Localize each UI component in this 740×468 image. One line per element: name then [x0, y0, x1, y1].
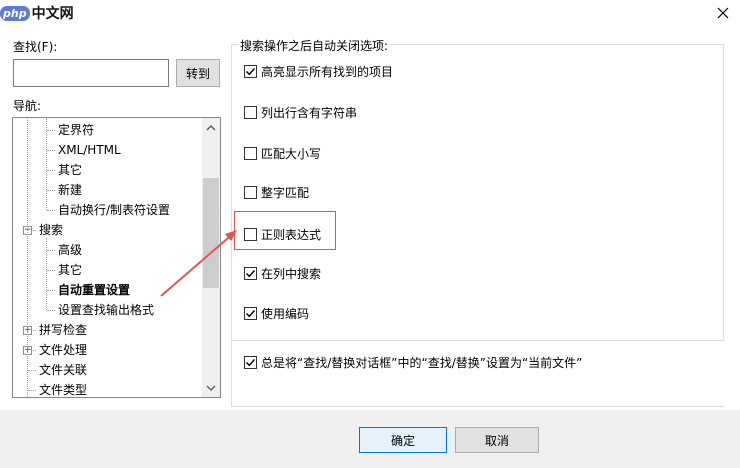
tree-connector — [28, 370, 36, 371]
tree-item[interactable]: 其它 — [58, 260, 82, 280]
close-icon — [717, 7, 729, 19]
tree-item[interactable]: 文件关联 — [39, 360, 87, 380]
option-label: 在列中搜索 — [261, 266, 322, 281]
option-label: 总是将“查找/替换对话框”中的“查找/替换”设置为“当前文件” — [261, 355, 583, 370]
checkbox[interactable] — [244, 105, 257, 119]
tree-connector — [47, 170, 55, 171]
checkbox[interactable] — [244, 266, 257, 280]
find-label: 查找(F): — [13, 40, 58, 54]
tree-connector — [47, 190, 55, 191]
checkbox[interactable] — [244, 146, 257, 160]
tree-connector — [47, 210, 55, 211]
tree-item[interactable]: 其它 — [58, 160, 82, 180]
annotation-highlight-box — [234, 211, 336, 250]
option-label: 使用编码 — [261, 306, 310, 321]
tree-item[interactable]: 高级 — [58, 240, 82, 260]
scroll-down-icon[interactable] — [206, 383, 216, 393]
checkbox[interactable] — [244, 306, 257, 320]
option-always-current-file[interactable]: 总是将“查找/替换对话框”中的“查找/替换”设置为“当前文件” — [244, 353, 582, 371]
tree-connector — [47, 130, 55, 131]
cancel-button[interactable]: 取消 — [455, 427, 539, 453]
check-icon — [246, 358, 256, 366]
title-bar — [0, 0, 740, 28]
find-input[interactable] — [13, 59, 169, 87]
checkbox[interactable] — [244, 355, 257, 369]
tree-connector — [47, 310, 55, 311]
checkbox[interactable] — [244, 64, 257, 78]
tree-item[interactable]: 自动换行/制表符设置 — [58, 200, 170, 220]
goto-button[interactable]: 转到 — [176, 59, 220, 87]
tree-connector — [47, 250, 55, 251]
checkbox[interactable] — [244, 185, 257, 199]
option-item[interactable]: 整字匹配 — [244, 183, 309, 201]
option-item[interactable]: 在列中搜索 — [244, 264, 321, 282]
tree-connector — [47, 270, 55, 271]
annotation-arrow — [160, 230, 237, 297]
ok-button[interactable]: 确定 — [359, 427, 447, 453]
app-logo: php 中文网 — [0, 2, 74, 24]
option-label: 列出行含有字符串 — [261, 105, 358, 120]
option-label: 高亮显示所有找到的项目 — [261, 64, 394, 79]
tree-item[interactable]: 文件处理 — [39, 340, 87, 360]
option-item[interactable]: 列出行含有字符串 — [244, 103, 357, 121]
tree-connector — [46, 118, 47, 210]
option-item[interactable]: 使用编码 — [244, 304, 309, 322]
tree-item[interactable]: XML/HTML — [58, 140, 121, 160]
tree-item[interactable]: 自动重置设置 — [58, 280, 130, 300]
scroll-up-icon[interactable] — [206, 123, 216, 133]
tree-connector — [27, 118, 28, 397]
tree-item[interactable]: 文件类型 — [39, 380, 87, 397]
tree-item[interactable]: 设置查找输出格式 — [58, 300, 154, 320]
nav-label: 导航: — [13, 99, 42, 113]
logo-badge: php — [0, 5, 30, 21]
option-item[interactable]: 高亮显示所有找到的项目 — [244, 62, 393, 80]
tree-connector — [46, 238, 47, 310]
check-icon — [246, 309, 256, 317]
tree-item[interactable]: 定界符 — [58, 120, 94, 140]
option-label: 整字匹配 — [261, 185, 310, 200]
logo-text: 中文网 — [31, 6, 74, 22]
options-group-title: 搜索操作之后自动关闭选项: — [238, 37, 391, 54]
close-button[interactable] — [709, 2, 737, 24]
check-icon — [246, 67, 256, 75]
tree-item[interactable]: 拼写检查 — [39, 320, 87, 340]
check-icon — [246, 269, 256, 277]
tree-item[interactable]: 搜索 — [39, 220, 63, 240]
tree-connector — [47, 290, 55, 291]
option-item[interactable]: 匹配大小写 — [244, 144, 321, 162]
tree-item[interactable]: 新建 — [58, 180, 82, 200]
tree-connector — [47, 150, 55, 151]
option-label: 匹配大小写 — [261, 146, 322, 161]
bottom-options-box — [231, 340, 724, 407]
tree-connector — [28, 390, 36, 391]
